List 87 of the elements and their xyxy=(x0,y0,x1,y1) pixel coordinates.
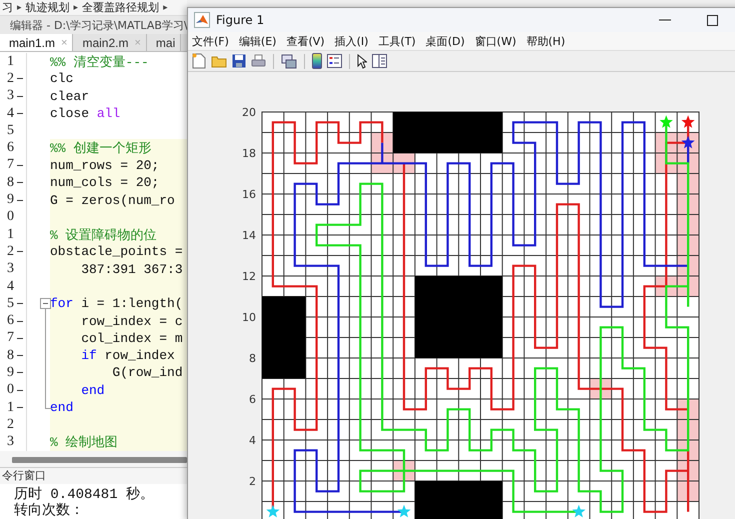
line-number: 1 xyxy=(6,400,14,416)
line-number: 2 xyxy=(6,416,14,433)
line-number: 8 xyxy=(6,174,14,191)
command-window[interactable]: 历时 0.408481 秒。 转向次数： xyxy=(0,484,187,519)
code-line: row_index = c xyxy=(80,314,183,329)
line-number: 2 xyxy=(6,70,14,87)
code-line: % 绘制地图 xyxy=(50,434,118,452)
line-number: 2 xyxy=(6,244,14,260)
code-line: G(row_ind xyxy=(111,365,183,380)
code-line: clc xyxy=(50,71,74,86)
fold-toggle-icon[interactable] xyxy=(40,298,51,310)
axis-tick-label: 16 xyxy=(242,188,256,201)
line-number: 9 xyxy=(6,192,14,208)
line-number: 4 xyxy=(6,278,14,294)
colorbar-icon[interactable] xyxy=(312,53,322,69)
line-number: 1 xyxy=(6,54,14,70)
axis-tick-label: 8 xyxy=(249,352,256,365)
file-tab[interactable]: main2.m × xyxy=(73,34,147,51)
code-line: % 设置障碍物的位 xyxy=(50,226,157,244)
code-line: for i = 1:length( xyxy=(50,296,183,312)
line-number: 4 xyxy=(6,106,14,122)
axis-tick-label: 18 xyxy=(242,147,256,160)
printer-icon[interactable] xyxy=(251,54,266,68)
code-line: close all xyxy=(50,106,120,122)
line-number: 8 xyxy=(6,348,14,364)
axis-tick-label: 6 xyxy=(249,393,256,406)
menu-item[interactable]: 编辑(E) xyxy=(238,34,276,48)
line-number: 5 xyxy=(6,296,14,312)
code-line: obstacle_points = xyxy=(50,244,183,260)
line-number: 3 xyxy=(6,261,14,278)
file-tab[interactable]: mai xyxy=(146,34,182,51)
menu-item[interactable]: 文件(F) xyxy=(192,34,229,48)
code-line: num_cols = 20; xyxy=(50,175,160,190)
code-line: %% 清空变量--- xyxy=(50,54,149,71)
line-number: 1 xyxy=(6,226,14,243)
peak-logo-icon xyxy=(194,12,210,28)
breadcrumb-separator: ▸ xyxy=(163,2,168,12)
code-line: num_rows = 20; xyxy=(50,158,160,173)
code-line: end xyxy=(80,382,105,398)
axis-tick-label: 14 xyxy=(242,229,256,242)
breadcrumb-separator: ▸ xyxy=(17,2,22,12)
menu-item[interactable]: 桌面(D) xyxy=(426,34,465,48)
maximize-icon[interactable] xyxy=(707,14,718,26)
line-number: 7 xyxy=(6,157,14,174)
axis-tick-label: 10 xyxy=(242,311,256,324)
scroll-bar[interactable] xyxy=(12,456,187,463)
new-file-icon[interactable] xyxy=(192,53,206,69)
line-number: 0 xyxy=(6,209,14,226)
breadcrumb-item[interactable]: 习 xyxy=(2,0,13,15)
breadcrumb-item[interactable]: 轨迹规划 xyxy=(26,0,70,15)
axis-tick-label: 20 xyxy=(242,106,256,119)
line-number: 9 xyxy=(6,364,14,381)
panel-icon[interactable] xyxy=(372,54,387,68)
open-folder-icon[interactable] xyxy=(211,54,227,68)
code-line: if row_index xyxy=(80,348,175,364)
line-number: 5 xyxy=(6,122,14,139)
line-number: 0 xyxy=(6,382,14,398)
pointer-icon[interactable] xyxy=(357,54,367,68)
menu-item[interactable]: 窗口(W) xyxy=(474,34,516,48)
output-line: 转向次数： xyxy=(14,502,85,519)
line-number: 3 xyxy=(6,434,14,450)
code-line: 387:391 367:3 xyxy=(80,262,183,277)
output-line: 历时 0.408481 秒。 xyxy=(14,486,156,503)
axis-tick-label: 12 xyxy=(242,270,256,283)
axis-tick-label: 2 xyxy=(249,475,256,488)
line-number: 6 xyxy=(6,140,14,156)
axis-tick-label: 4 xyxy=(249,434,256,447)
breadcrumb-item[interactable]: 全覆盖路径规划 xyxy=(82,0,160,15)
line-number: 7 xyxy=(6,330,14,346)
menu-item[interactable]: 工具(T) xyxy=(378,34,416,48)
line-number: 6 xyxy=(6,313,14,330)
code-line: G = zeros(num_ro xyxy=(50,192,175,208)
window-title: Figure 1 xyxy=(216,13,264,27)
code-line: clear xyxy=(50,88,90,104)
code-line: end xyxy=(50,400,74,416)
line-number: 3 xyxy=(6,88,14,104)
panel-title: 令行窗口 xyxy=(2,468,46,484)
stacked-windows-icon[interactable] xyxy=(281,54,297,68)
legend-icon[interactable] xyxy=(327,54,342,68)
menu-item[interactable]: 插入(I) xyxy=(334,34,368,48)
menu-item[interactable]: 帮助(H) xyxy=(526,34,566,48)
file-tab[interactable]: main1.m × xyxy=(0,34,74,51)
menu-item[interactable]: 查看(V) xyxy=(286,34,325,48)
code-line: %% 创建一个矩形 xyxy=(50,140,152,158)
breadcrumb-separator: ▸ xyxy=(74,2,78,12)
save-icon[interactable] xyxy=(232,54,246,68)
code-line: col_index = m xyxy=(80,330,183,346)
